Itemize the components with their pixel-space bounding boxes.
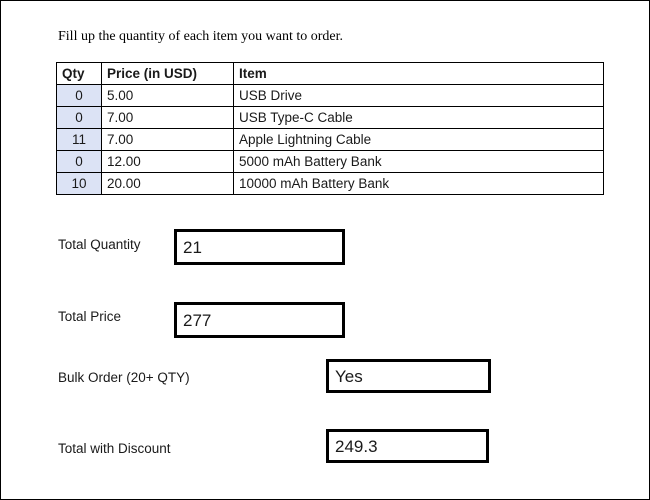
- item-name-cell: USB Type-C Cable: [233, 106, 604, 129]
- qty-input-cell[interactable]: 10: [56, 172, 102, 195]
- qty-input-cell[interactable]: 0: [56, 150, 102, 173]
- item-name-cell: 10000 mAh Battery Bank: [233, 172, 604, 195]
- table-row: 0 5.00 USB Drive: [56, 84, 604, 107]
- column-header-item: Item: [233, 62, 604, 85]
- price-cell: 20.00: [101, 172, 234, 195]
- table-header-row: Qty Price (in USD) Item: [56, 62, 604, 85]
- item-name-cell: Apple Lightning Cable: [233, 128, 604, 151]
- column-header-price: Price (in USD): [101, 62, 234, 85]
- bulk-order-field[interactable]: Yes: [326, 359, 491, 393]
- table-row: 10 20.00 10000 mAh Battery Bank: [56, 172, 604, 195]
- column-header-qty: Qty: [56, 62, 102, 85]
- qty-input-cell[interactable]: 11: [56, 128, 102, 151]
- total-price-field[interactable]: 277: [174, 302, 345, 338]
- table-body: 0 5.00 USB Drive 0 7.00 USB Type-C Cable…: [56, 84, 604, 195]
- price-cell: 12.00: [101, 150, 234, 173]
- table-header: Qty Price (in USD) Item: [56, 62, 604, 85]
- order-form-page: Fill up the quantity of each item you wa…: [0, 0, 650, 500]
- price-cell: 5.00: [101, 84, 234, 107]
- item-name-cell: USB Drive: [233, 84, 604, 107]
- bulk-order-label: Bulk Order (20+ QTY): [58, 370, 190, 385]
- total-with-discount-label: Total with Discount: [58, 441, 171, 456]
- item-name-cell: 5000 mAh Battery Bank: [233, 150, 604, 173]
- qty-input-cell[interactable]: 0: [56, 84, 102, 107]
- table-row: 0 7.00 USB Type-C Cable: [56, 106, 604, 129]
- price-cell: 7.00: [101, 106, 234, 129]
- price-cell: 7.00: [101, 128, 234, 151]
- total-quantity-label: Total Quantity: [58, 237, 141, 252]
- order-items-table: Qty Price (in USD) Item 0 5.00 USB Drive…: [56, 62, 604, 195]
- qty-input-cell[interactable]: 0: [56, 106, 102, 129]
- total-quantity-field[interactable]: 21: [174, 229, 345, 265]
- total-price-label: Total Price: [58, 309, 122, 324]
- intro-instruction-text: Fill up the quantity of each item you wa…: [58, 29, 343, 44]
- table-row: 11 7.00 Apple Lightning Cable: [56, 128, 604, 151]
- table-row: 0 12.00 5000 mAh Battery Bank: [56, 150, 604, 173]
- total-with-discount-field[interactable]: 249.3: [326, 429, 489, 463]
